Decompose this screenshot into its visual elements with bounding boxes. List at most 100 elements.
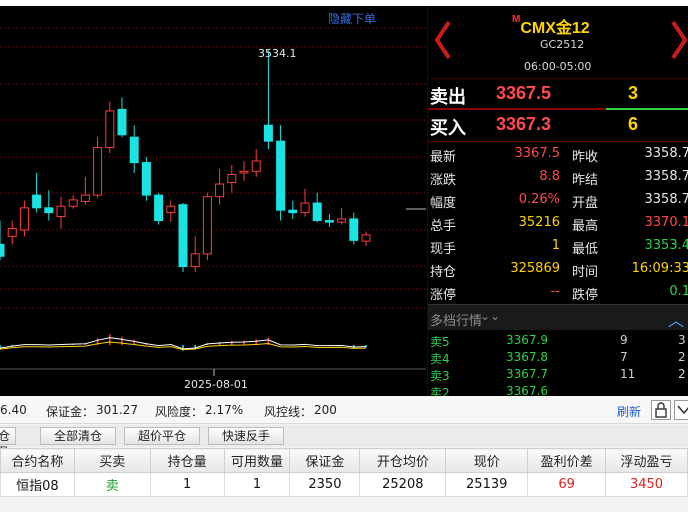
- stat-label: 涨跌: [430, 173, 457, 188]
- symbol-code: GC2512: [540, 38, 585, 51]
- candle-body: [80, 194, 90, 202]
- action-button-bar: 仓盈 全部清仓 超价平仓 快速反手: [0, 425, 688, 459]
- stat-value: 3370.1: [644, 215, 688, 230]
- depth-title: 多档行情: [430, 314, 483, 329]
- column-header[interactable]: 合约名称: [0, 448, 75, 473]
- column-header[interactable]: 浮动盈亏: [605, 448, 688, 473]
- table-cell: 1: [223, 472, 291, 497]
- stat-label: 时间: [572, 265, 599, 280]
- trading-session: 06:00-05:00: [524, 60, 592, 73]
- collapse-icon[interactable]: [674, 400, 688, 420]
- candle-body: [288, 209, 298, 214]
- stat-label: 最低: [572, 242, 599, 257]
- depth-volume: 11: [620, 367, 636, 381]
- over-price-close-button[interactable]: 超价平仓: [124, 427, 200, 445]
- lock-icon[interactable]: [651, 400, 671, 420]
- stat-value: 3353.4: [644, 238, 688, 253]
- column-header[interactable]: 可用数量: [223, 448, 291, 473]
- table-cell: 1: [149, 472, 225, 497]
- candle-body: [19, 207, 29, 231]
- candle-body: [178, 204, 188, 268]
- position-pnl-button[interactable]: 仓盈: [0, 427, 16, 459]
- control-value: 200: [314, 403, 337, 417]
- stat-label: 现手: [430, 242, 457, 257]
- depth-row[interactable]: 卖5 3367.9 9 3: [428, 332, 688, 349]
- candle-body: [141, 162, 151, 196]
- stat-row: 最新 3367.5 昨收 3358.7: [428, 143, 688, 166]
- candle-body: [56, 205, 66, 218]
- candle-body: [202, 196, 212, 255]
- quote-top-strip: [428, 0, 688, 6]
- column-header[interactable]: 开仓均价: [359, 448, 447, 473]
- bid-volume: 6: [628, 114, 639, 134]
- kline-chart-panel[interactable]: 隐藏下单 3534.1 2025-08-01: [0, 0, 428, 396]
- refresh-link[interactable]: 刷新: [617, 403, 641, 420]
- close-all-button[interactable]: 全部清仓: [40, 427, 116, 445]
- depth-volume-2: 3: [678, 333, 686, 347]
- column-header[interactable]: 保证金: [289, 448, 361, 473]
- symbol-title: MCMX金12: [512, 14, 590, 38]
- depth-volume: 7: [620, 350, 628, 364]
- depth-volume-2: 2: [678, 367, 686, 381]
- column-header[interactable]: 持仓量: [149, 448, 225, 473]
- bid-row[interactable]: 买入 3367.3 6: [428, 110, 688, 140]
- stat-label: 跌停: [572, 288, 599, 303]
- stat-value: 325869: [510, 261, 560, 276]
- stat-row: 总手 35216 最高 3370.1: [428, 212, 688, 235]
- depth-volume-2: 2: [678, 350, 686, 364]
- margin-label: 保证金：: [46, 405, 95, 419]
- next-symbol-arrow-icon[interactable]: [668, 18, 688, 62]
- stat-row: 持仓 325869 时间 16:09:33: [428, 258, 688, 281]
- positions-table: 合约名称 买卖 持仓量 可用数量 保证金 开仓均价 现价 盈利价差 浮动盈亏 恒指08 卖 1 1 23…: [0, 448, 688, 497]
- column-header[interactable]: 买卖: [73, 448, 151, 473]
- depth-row[interactable]: 卖4 3367.8 7 2: [428, 349, 688, 366]
- chart-grid: [0, 27, 426, 376]
- stat-row: 涨跌 8.8 昨结 3358.7: [428, 166, 688, 189]
- candle-body: [276, 140, 286, 211]
- candle-body: [349, 218, 359, 241]
- bid-price: 3367.3: [496, 114, 552, 134]
- column-header[interactable]: 现价: [445, 448, 529, 473]
- candle-body: [93, 146, 103, 196]
- table-cell: 25208: [359, 472, 447, 497]
- table-row[interactable]: 恒指08 卖 1 1 2350 25208 25139 69 3450: [0, 472, 688, 497]
- candle-body: [251, 160, 261, 172]
- stat-value: 16:09:33: [631, 261, 688, 276]
- prev-symbol-arrow-icon[interactable]: [432, 18, 454, 62]
- candle-body: [68, 199, 78, 207]
- double-chevron-down-icon[interactable]: ⌄⌄: [480, 309, 500, 323]
- stat-value: 0.1: [669, 284, 688, 299]
- indicator-pane: [0, 334, 367, 351]
- depth-row[interactable]: 卖3 3367.7 11 2: [428, 366, 688, 383]
- stat-row: 幅度 0.26% 开盘 3358.7: [428, 189, 688, 212]
- candle-body: [263, 124, 273, 142]
- symbol-name: CMX金12: [520, 20, 590, 37]
- table-cell: 25139: [445, 472, 529, 497]
- candle-body: [300, 202, 310, 214]
- high-price-label: 3534.1: [258, 47, 297, 60]
- candle-body: [0, 243, 5, 257]
- stats-divider: [428, 141, 688, 142]
- bid-label: 买入: [430, 118, 466, 139]
- candle-body: [215, 183, 225, 198]
- stat-value: 0.26%: [518, 192, 560, 207]
- control-label: 风控线：: [264, 405, 313, 419]
- candle-body: [7, 227, 17, 237]
- depth-volume: 9: [620, 333, 628, 347]
- stat-label: 最高: [572, 219, 599, 234]
- depth-price: 3367.8: [506, 350, 548, 364]
- depth-header: 多档行情 ⌄⌄ ︿: [428, 304, 688, 330]
- kline-chart[interactable]: 3534.1 2025-08-01: [0, 0, 428, 396]
- chevron-up-icon[interactable]: ︿: [668, 307, 684, 331]
- candle-body: [324, 220, 334, 223]
- stat-row: 涨停 -- 跌停 0.1: [428, 281, 688, 304]
- ask-row[interactable]: 卖出 3367.5 3: [428, 78, 688, 108]
- balance-tail: 6.40: [0, 403, 27, 417]
- ask-price: 3367.5: [496, 83, 552, 103]
- candle-body: [337, 218, 347, 223]
- ask-label: 卖出: [430, 87, 466, 108]
- column-header[interactable]: 盈利价差: [527, 448, 607, 473]
- candle-body: [361, 234, 371, 242]
- quick-reverse-button[interactable]: 快速反手: [208, 427, 284, 445]
- stat-row: 现手 1 最低 3353.4: [428, 235, 688, 258]
